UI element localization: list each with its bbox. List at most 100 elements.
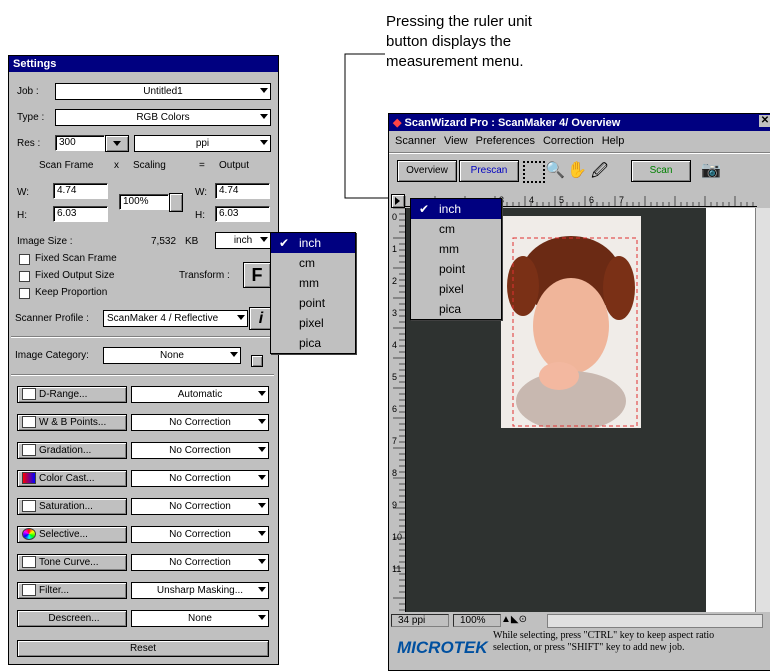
- status-bar: 34 ppi 100% ▲◣⊙: [391, 614, 767, 628]
- res-input[interactable]: 300: [55, 135, 105, 151]
- correction-button[interactable]: Gradation...: [17, 442, 127, 459]
- hint-text: While selecting, press "CTRL" key to kee…: [493, 630, 714, 654]
- image-category-label: Image Category:: [15, 350, 89, 361]
- menu-item-pixel[interactable]: pixel: [271, 313, 355, 333]
- selection-tool-icon[interactable]: [523, 161, 545, 183]
- ruler-number: 2: [392, 276, 397, 286]
- menu-help[interactable]: Help: [602, 135, 625, 147]
- scan-button[interactable]: Scan: [631, 160, 691, 182]
- tone-curve-icon: [22, 556, 36, 569]
- correction-dropdown[interactable]: No Correction: [131, 470, 269, 487]
- correction-dropdown[interactable]: Unsharp Masking...: [131, 582, 269, 599]
- correction-button-label: Selective...: [39, 529, 88, 540]
- res-dropdown-button[interactable]: [105, 135, 129, 152]
- menu-item-inch[interactable]: ✔ inch: [411, 199, 501, 219]
- scanner-profile-dropdown[interactable]: ScanMaker 4 / Reflective: [103, 310, 248, 327]
- scaling-spinner[interactable]: [169, 193, 183, 212]
- res-unit-dropdown[interactable]: ppi: [134, 135, 271, 152]
- histogram-icon[interactable]: ▲◣⊙: [501, 614, 527, 625]
- menu-item-label: cm: [439, 222, 455, 236]
- ruler-number: 9: [392, 500, 397, 510]
- type-dropdown[interactable]: RGB Colors: [55, 109, 271, 126]
- menu-item-pica[interactable]: pica: [271, 333, 355, 353]
- menu-item-point[interactable]: point: [411, 259, 501, 279]
- type-label: Type :: [17, 112, 45, 123]
- hint-line1: While selecting, press "CTRL" key to kee…: [493, 630, 715, 641]
- correction-button-label: D-Range...: [39, 389, 88, 400]
- correction-button[interactable]: Tone Curve...: [17, 554, 127, 571]
- color-cast-icon: [22, 472, 36, 485]
- res-label: Res :: [17, 138, 41, 149]
- callout-line3: measurement menu.: [386, 53, 524, 70]
- correction-dropdown[interactable]: None: [131, 610, 269, 627]
- scaling-input[interactable]: 100%: [119, 194, 169, 210]
- ruler-number: 5: [559, 195, 564, 205]
- width-input[interactable]: 4.74: [53, 183, 108, 199]
- menu-item-pica[interactable]: pica: [411, 299, 501, 319]
- correction-dropdown[interactable]: No Correction: [131, 526, 269, 543]
- correction-button[interactable]: Filter...: [17, 582, 127, 599]
- zoom-icon[interactable]: 🔍: [545, 160, 565, 180]
- unit-dropdown[interactable]: inch: [215, 232, 271, 249]
- ruler-unit-button[interactable]: [391, 194, 405, 208]
- menu-view[interactable]: View: [444, 135, 468, 147]
- menu-item-pixel[interactable]: pixel: [411, 279, 501, 299]
- chevron-down-icon: [260, 237, 268, 242]
- correction-button[interactable]: Selective...: [17, 526, 127, 543]
- chevron-down-icon: [258, 475, 266, 480]
- chevron-down-icon: [113, 141, 121, 146]
- scan-frame-label: Scan Frame: [39, 160, 94, 171]
- menu-correction[interactable]: Correction: [543, 135, 594, 147]
- scaling-label: Scaling: [133, 160, 166, 171]
- output-width-input[interactable]: 4.74: [215, 183, 270, 199]
- menu-item-cm[interactable]: cm: [411, 219, 501, 239]
- correction-button[interactable]: Color Cast...: [17, 470, 127, 487]
- menu-scanner[interactable]: Scanner: [395, 135, 436, 147]
- menu-item-label: pica: [439, 302, 462, 316]
- correction-dropdown[interactable]: Automatic: [131, 386, 269, 403]
- overview-button[interactable]: Overview: [397, 160, 457, 182]
- correction-dropdown[interactable]: No Correction: [131, 498, 269, 515]
- correction-dropdown[interactable]: No Correction: [131, 442, 269, 459]
- height-input[interactable]: 6.03: [53, 206, 108, 222]
- fixed-output-size-label: Fixed Output Size: [35, 270, 115, 281]
- correction-button[interactable]: D-Range...: [17, 386, 127, 403]
- correction-dropdown[interactable]: No Correction: [131, 414, 269, 431]
- close-icon[interactable]: ✕: [759, 115, 770, 127]
- menu-item-cm[interactable]: cm: [271, 253, 355, 273]
- ruler-number: 11: [392, 564, 401, 574]
- horizontal-scrollbar[interactable]: [547, 614, 763, 628]
- chevron-down-icon: [258, 531, 266, 536]
- keep-proportion-checkbox[interactable]: [19, 288, 30, 299]
- chevron-down-icon: [260, 140, 268, 145]
- job-dropdown[interactable]: Untitled1: [55, 83, 271, 100]
- image-category-dropdown[interactable]: None: [103, 347, 241, 364]
- menu-item-label: mm: [299, 276, 319, 290]
- prescan-button[interactable]: Prescan: [459, 160, 519, 182]
- fixed-output-size-checkbox[interactable]: [19, 271, 30, 282]
- unit-menu-right: ✔ inch cm mm point pixel pica: [410, 198, 502, 320]
- reset-button[interactable]: Reset: [17, 640, 269, 657]
- divider: [11, 336, 274, 338]
- fixed-scan-frame-checkbox[interactable]: [19, 254, 30, 265]
- correction-dropdown[interactable]: No Correction: [131, 554, 269, 571]
- image-size-label: Image Size :: [17, 236, 73, 247]
- menu-item-mm[interactable]: mm: [271, 273, 355, 293]
- menu-preferences[interactable]: Preferences: [476, 135, 535, 147]
- transform-button[interactable]: F: [243, 262, 271, 288]
- expand-button[interactable]: [251, 355, 263, 367]
- menu-item-inch[interactable]: ✔ inch: [271, 233, 355, 253]
- menu-item-mm[interactable]: mm: [411, 239, 501, 259]
- vertical-scrollbar[interactable]: [755, 208, 770, 612]
- correction-button[interactable]: W & B Points...: [17, 414, 127, 431]
- menu-item-point[interactable]: point: [271, 293, 355, 313]
- hand-icon[interactable]: ✋: [567, 160, 587, 180]
- eyedropper-icon[interactable]: 🖉: [591, 160, 608, 187]
- menu-item-label: inch: [439, 202, 462, 216]
- output-height-input[interactable]: 6.03: [215, 206, 270, 222]
- callout-line1: Pressing the ruler unit: [386, 13, 532, 30]
- correction-button[interactable]: Descreen...: [17, 610, 127, 627]
- camera-icon[interactable]: 📷: [701, 160, 721, 180]
- correction-button[interactable]: Saturation...: [17, 498, 127, 515]
- correction-value: Automatic: [177, 389, 223, 400]
